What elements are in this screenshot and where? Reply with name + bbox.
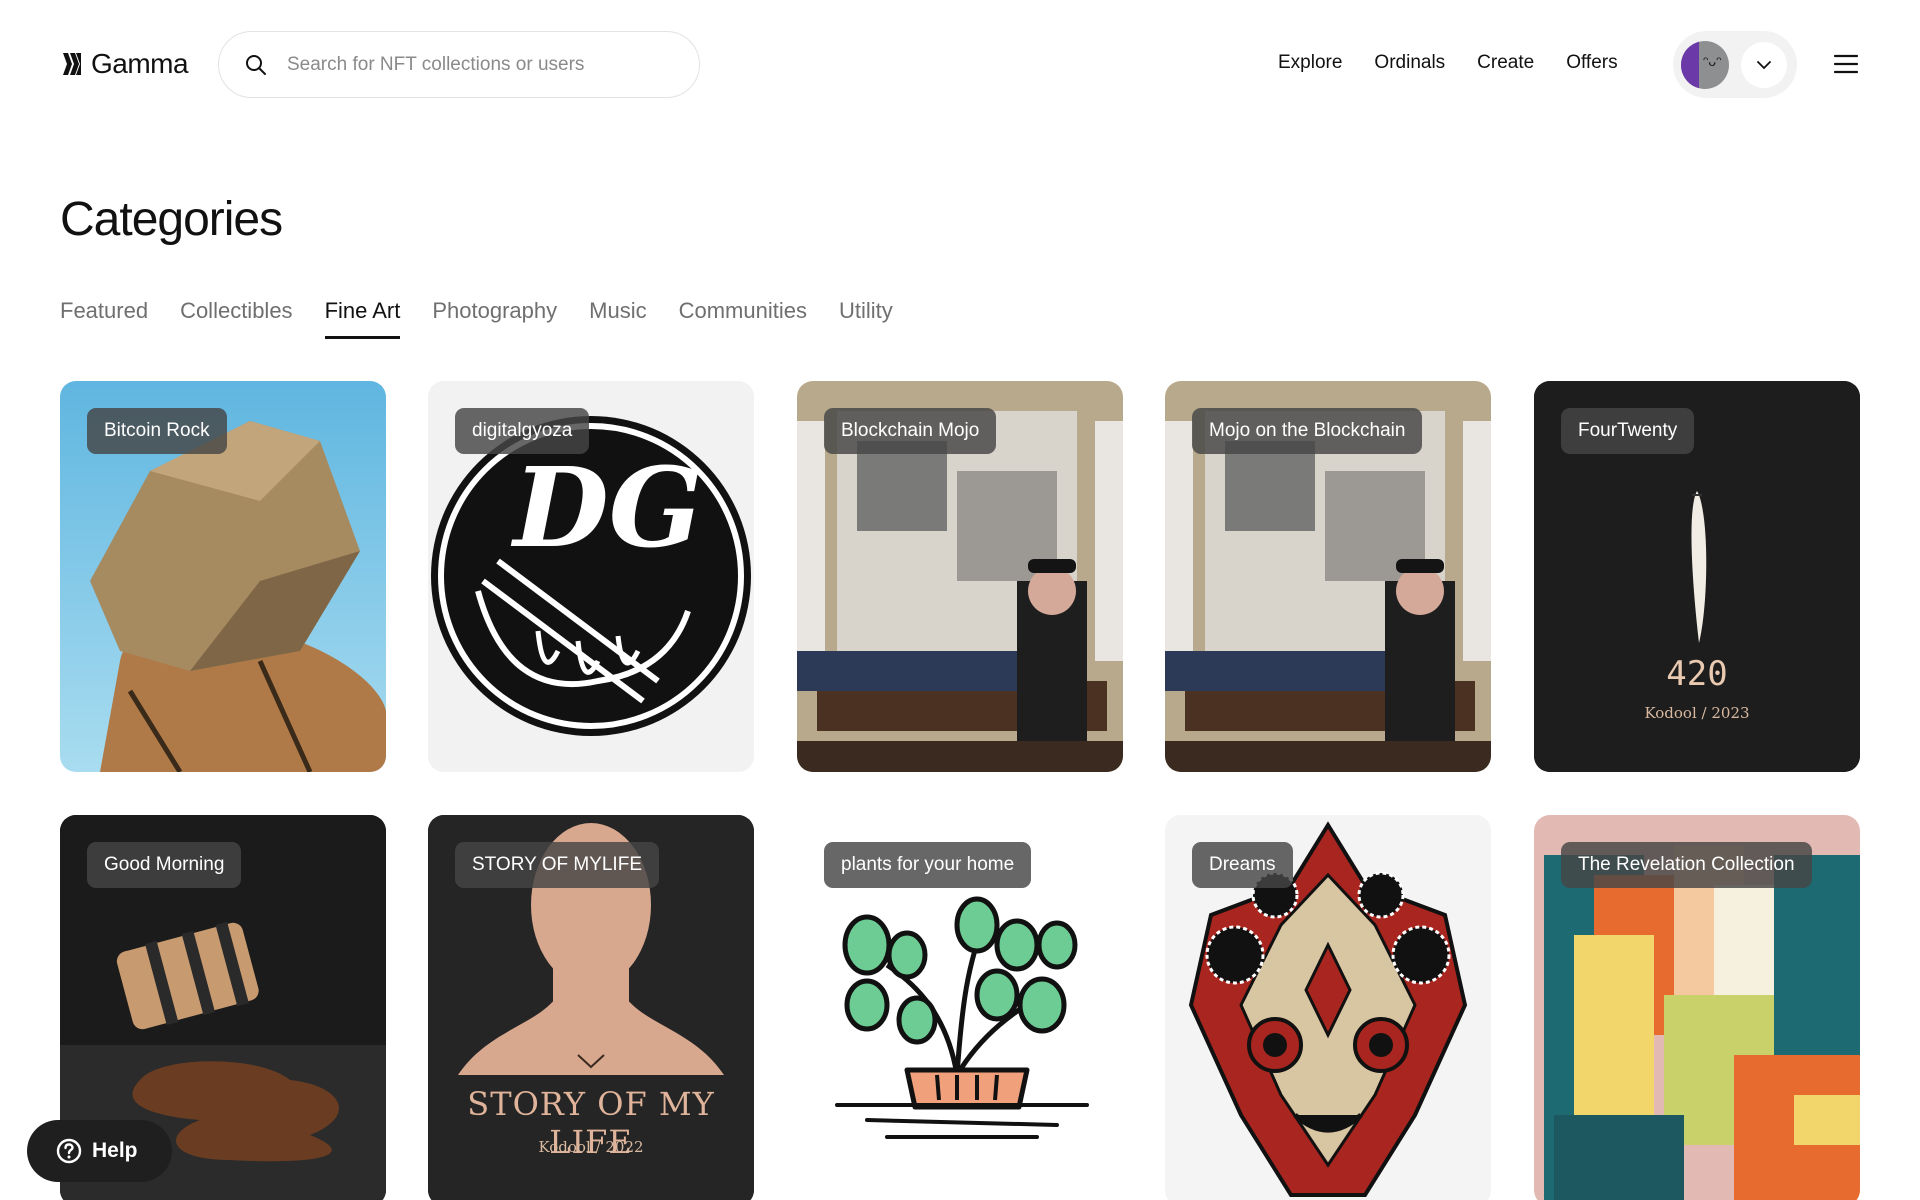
collection-label: Bitcoin Rock	[87, 408, 227, 454]
collection-label: Dreams	[1192, 842, 1293, 888]
collection-card-blockchain-mojo[interactable]: Blockchain Mojo	[797, 381, 1123, 772]
story-caption: Kodool / 2022	[538, 1138, 644, 1156]
tab-fine-art[interactable]: Fine Art	[324, 298, 401, 339]
collection-card-plants-for-your-home[interactable]: plants for your home	[797, 815, 1123, 1200]
profile-dropdown-button[interactable]	[1741, 42, 1787, 88]
gamma-logo-icon	[63, 53, 81, 75]
help-question-icon	[56, 1138, 82, 1164]
collection-card-bitcoin-rock[interactable]: Bitcoin Rock	[60, 381, 386, 772]
help-label: Help	[92, 1139, 138, 1162]
collection-card-fourtwenty[interactable]: 420 Kodool / 2023 FourTwenty	[1534, 381, 1860, 772]
page-title: Categories	[60, 193, 283, 246]
avatar[interactable]: ᵔᴗᵔ	[1681, 41, 1729, 89]
nav-explore[interactable]: Explore	[1278, 52, 1342, 74]
hamburger-menu-icon[interactable]	[1833, 53, 1859, 75]
collection-label: The Revelation Collection	[1561, 842, 1812, 888]
collection-card-mojo-on-the-blockchain[interactable]: Mojo on the Blockchain	[1165, 381, 1491, 772]
collection-label: STORY OF MYLIFE	[455, 842, 659, 888]
nav-offers[interactable]: Offers	[1566, 52, 1617, 74]
profile-menu[interactable]: ᵔᴗᵔ	[1673, 31, 1797, 98]
tab-collectibles[interactable]: Collectibles	[180, 298, 293, 339]
search-bar[interactable]	[218, 31, 700, 98]
fourtwenty-caption: Kodool / 2023	[1644, 704, 1750, 722]
collection-label: Mojo on the Blockchain	[1192, 408, 1423, 454]
tab-music[interactable]: Music	[589, 298, 646, 339]
logo-text: Gamma	[91, 48, 189, 79]
search-icon	[246, 54, 266, 75]
collection-label: digitalgyoza	[455, 408, 590, 454]
collection-label: FourTwenty	[1561, 408, 1695, 454]
gamma-logo[interactable]: Gamma	[61, 48, 189, 80]
main-nav: Explore Ordinals Create Offers	[1278, 52, 1618, 74]
fourtwenty-number: 420	[1666, 654, 1728, 694]
help-button[interactable]: Help	[27, 1120, 172, 1182]
collection-card-the-revelation-collection[interactable]: The Revelation Collection	[1534, 815, 1860, 1200]
collection-label: plants for your home	[824, 842, 1032, 888]
avatar-accent	[1681, 41, 1699, 89]
collection-card-story-of-mylife[interactable]: STORY OF MY LIFE Kodool / 2022 STORY OF …	[428, 815, 754, 1200]
collection-card-digitalgyoza[interactable]: DG digitalgyoza	[428, 381, 754, 772]
tab-utility[interactable]: Utility	[839, 298, 893, 339]
svg-text:DG: DG	[510, 443, 702, 572]
search-input[interactable]	[287, 53, 667, 76]
collection-label: Good Morning	[87, 842, 242, 888]
top-header: Gamma Explore Ordinals Create Offers ᵔᴗᵔ	[0, 0, 1920, 130]
nav-create[interactable]: Create	[1477, 52, 1534, 74]
tab-featured[interactable]: Featured	[60, 298, 148, 339]
avatar-status-dot	[1721, 81, 1729, 89]
avatar-face-icon: ᵔᴗᵔ	[1703, 53, 1722, 69]
category-tabs: Featured Collectibles Fine Art Photograp…	[60, 298, 893, 339]
nav-ordinals[interactable]: Ordinals	[1374, 52, 1445, 74]
tab-communities[interactable]: Communities	[679, 298, 807, 339]
collection-card-dreams[interactable]: Dreams	[1165, 815, 1491, 1200]
collection-label: Blockchain Mojo	[824, 408, 997, 454]
chevron-down-icon	[1757, 60, 1771, 69]
tab-photography[interactable]: Photography	[432, 298, 557, 339]
